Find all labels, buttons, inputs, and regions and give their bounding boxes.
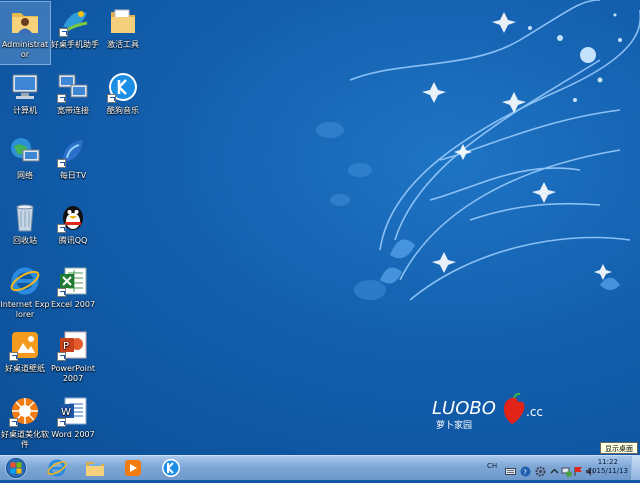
explorer-folder-icon [86,462,104,476]
beautify-app-icon [9,395,41,427]
desktop-icon-broadband[interactable]: 宽带连接 [48,68,98,130]
word-icon: W [57,395,89,427]
computer-icon [9,71,41,103]
taskbar-pinned-kugou[interactable] [156,457,186,479]
network-icon [9,136,41,168]
icon-label: Administrator [1,40,49,59]
icon-label: Word 2007 [51,430,95,439]
language-indicator[interactable]: CH [487,462,497,470]
taskbar-pinned-explorer[interactable] [80,457,110,479]
kugou-music-icon [107,71,139,103]
icon-label: 腾讯QQ [58,236,88,245]
desktop-icon-meiri-tv[interactable]: 每日TV [48,133,98,195]
icon-label: 网络 [17,171,33,180]
show-desktop-tooltip: 显示桌面 [600,442,638,454]
icon-label: Internet Explorer [0,300,50,319]
folder-icon [107,5,139,37]
system-clock[interactable]: 11:22 2015/11/13 [588,458,628,476]
clock-date: 2015/11/13 [587,467,628,475]
icon-label: 激活工具 [107,40,139,49]
desktop-icon-beautify-app[interactable]: 好桌道美化软件 [0,392,50,454]
keyboard-icon[interactable] [505,462,516,475]
network-status-icon[interactable] [561,462,572,477]
wallpaper-logo: LUOBO .cc 萝卜家园 [430,392,550,432]
desktop[interactable]: Administrator 计算机 网络 回收站 Internet Explor… [0,0,640,455]
desktop-icon-word[interactable]: W Word 2007 [48,392,98,454]
show-desktop-button[interactable] [631,456,640,480]
icon-label: Excel 2007 [50,300,96,309]
desktop-icon-recycle-bin[interactable]: 回收站 [0,198,50,260]
svg-text:P: P [63,341,69,352]
desktop-icon-computer[interactable]: 计算机 [0,68,50,130]
recycle-bin-icon [9,201,41,233]
icon-label: 回收站 [13,236,37,245]
taskbar-pinned-media-player[interactable] [118,457,148,479]
taskbar-pinned-internet-explorer[interactable] [42,457,72,479]
tv-icon [57,136,89,168]
shortcut-arrow-icon [57,94,66,103]
windows-orb-icon [5,457,27,479]
shortcut-arrow-icon [57,288,66,297]
icon-label: 好桌道美化软件 [1,430,49,449]
icon-label: 宽带连接 [57,106,89,115]
icon-label: 计算机 [13,106,37,115]
desktop-icon-activation-tool[interactable]: 激活工具 [98,2,148,64]
internet-explorer-icon [9,265,41,297]
system-tray[interactable]: CH ? 11:22 2015/11/13 [475,456,640,480]
help-icon[interactable]: ? [520,462,531,477]
desktop-icon-phone-assistant[interactable]: 好桌手机助手 [48,2,102,64]
shortcut-arrow-icon [107,94,116,103]
settings-gear-icon[interactable] [535,462,546,477]
qq-penguin-icon [57,201,89,233]
desktop-icon-excel[interactable]: Excel 2007 [48,262,98,324]
desktop-icon-network[interactable]: 网络 [0,133,50,195]
logo-suffix: .cc [526,405,543,419]
show-hidden-icons-icon[interactable] [549,462,560,474]
shortcut-arrow-icon [59,28,68,37]
shortcut-arrow-icon [57,418,66,427]
flag-icon[interactable] [573,462,584,476]
powerpoint-icon: P [57,329,89,361]
excel-icon [57,265,89,297]
svg-text:W: W [61,407,71,418]
shortcut-arrow-icon [57,352,66,361]
icon-label: 每日TV [59,171,87,180]
icon-label: PowerPoint 2007 [50,364,96,383]
desktop-icon-administrator[interactable]: Administrator [0,1,51,65]
network-connection-icon [57,71,89,103]
svg-text:?: ? [523,469,527,477]
wallpaper-app-icon [9,329,41,361]
desktop-icon-qq[interactable]: 腾讯QQ [48,198,98,260]
shortcut-arrow-icon [57,159,66,168]
shortcut-arrow-icon [9,418,18,427]
user-folder-icon [9,5,41,37]
desktop-icon-wallpaper-app[interactable]: 好桌道壁纸 [0,326,50,388]
taskbar[interactable]: CH ? 11:22 2015/11/13 [0,455,640,480]
icon-label: 好桌手机助手 [51,40,99,49]
desktop-icon-internet-explorer[interactable]: Internet Explorer [0,262,50,324]
clock-time: 11:22 [597,458,618,466]
logo-text: LUOBO [432,398,496,419]
kugou-music-icon [162,459,180,477]
desktop-icon-kugou[interactable]: 酷狗音乐 [98,68,148,130]
logo-subtitle: 萝卜家园 [436,419,472,431]
desktop-icon-powerpoint[interactable]: P PowerPoint 2007 [48,326,98,388]
icon-label: 好桌道壁纸 [5,364,45,373]
start-button[interactable] [4,457,28,479]
shortcut-arrow-icon [57,224,66,233]
phone-assistant-icon [59,5,91,37]
icon-label: 酷狗音乐 [107,106,139,115]
shortcut-arrow-icon [9,352,18,361]
media-player-icon [125,460,141,476]
internet-explorer-icon [47,459,67,477]
